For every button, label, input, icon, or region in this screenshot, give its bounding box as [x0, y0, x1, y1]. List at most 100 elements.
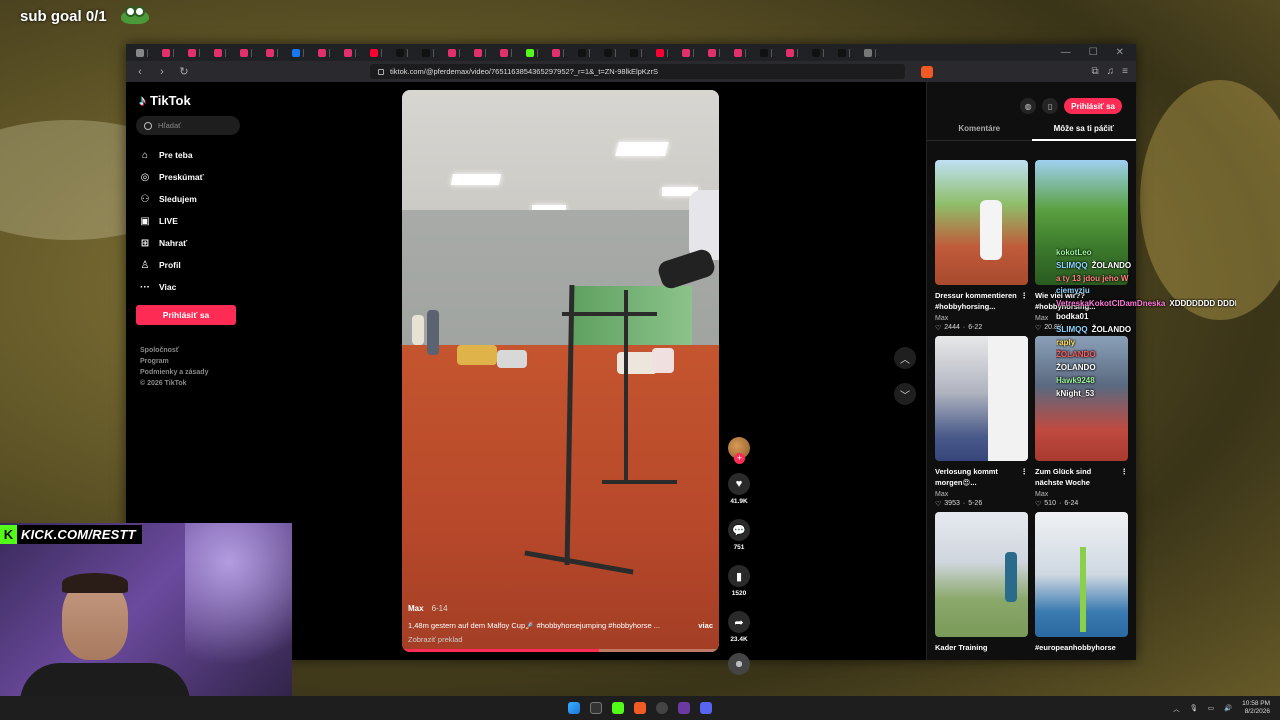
brave-browser-icon[interactable]: [634, 702, 646, 714]
browser-tab[interactable]: [392, 46, 418, 59]
chat-text: ŽOLANDO: [1091, 260, 1132, 270]
sidebar-item-more[interactable]: ··· Viac: [136, 276, 241, 298]
card-menu-icon[interactable]: ⋮: [1021, 291, 1029, 313]
tab-you-may-like[interactable]: Môže sa ti páčiť: [1031, 124, 1136, 141]
sidebar-item-for-you[interactable]: ⌂ Pre teba: [136, 144, 241, 166]
browser-tab[interactable]: [704, 46, 730, 59]
browser-tab[interactable]: [626, 46, 652, 59]
card-menu-icon[interactable]: ⋮: [1021, 467, 1029, 489]
browser-tab[interactable]: [184, 46, 210, 59]
network-icon[interactable]: ▭: [1208, 704, 1214, 712]
browser-tab[interactable]: [236, 46, 262, 59]
sidebar-item-explore[interactable]: ◎ Preskúmať: [136, 166, 241, 188]
maximize-icon[interactable]: ☐: [1089, 47, 1098, 58]
recommended-card[interactable]: Dressur kommentieren #hobbyhorsing... ⋮ M…: [935, 160, 1028, 332]
sidebar-item-upload[interactable]: ⊞ Nahrať: [136, 232, 241, 254]
browser-tab[interactable]: [314, 46, 340, 59]
terminal-icon[interactable]: [590, 702, 602, 714]
browser-tab[interactable]: [132, 46, 158, 59]
browser-tab[interactable]: [600, 46, 626, 59]
url-input[interactable]: tiktok.com/@pferdemax/video/765116385436…: [370, 64, 905, 79]
card-date: 6-22: [968, 324, 983, 331]
coin-icon[interactable]: ◍: [1020, 98, 1037, 114]
chat-username: SLIMQQ: [1056, 260, 1088, 270]
browser-tab[interactable]: [158, 46, 184, 59]
next-video-button[interactable]: ﹀: [894, 383, 916, 405]
reload-icon[interactable]: ↻: [178, 65, 190, 78]
share-button[interactable]: ➦: [728, 611, 750, 633]
chat-text: ŽOLANDO: [1056, 363, 1096, 373]
browser-tab[interactable]: [418, 46, 444, 59]
discord-icon[interactable]: [700, 702, 712, 714]
follow-plus-icon[interactable]: +: [734, 453, 745, 464]
footer-link-program[interactable]: Program: [140, 358, 241, 365]
browser-tab[interactable]: [860, 46, 886, 59]
footer-link-company[interactable]: Spoločnosť: [140, 347, 241, 354]
right-panel-header: ◍ ▯ Prihlásiť sa: [927, 82, 1136, 114]
author-avatar[interactable]: +: [728, 437, 750, 464]
app-icon[interactable]: [678, 702, 690, 714]
card-menu-icon[interactable]: ⋮: [1121, 467, 1129, 489]
browser-tab[interactable]: [366, 46, 392, 59]
browser-tab[interactable]: [340, 46, 366, 59]
browser-tab[interactable]: [782, 46, 808, 59]
recommended-card[interactable]: #europeanhobbyhorse: [1035, 512, 1128, 665]
video-progress-bar[interactable]: [402, 649, 719, 652]
clock[interactable]: 10:58 PM 8/2/2026: [1242, 700, 1270, 717]
media-icon[interactable]: ♫: [1107, 66, 1115, 77]
kick-app-icon[interactable]: [612, 702, 624, 714]
browser-tab[interactable]: [470, 46, 496, 59]
video-author[interactable]: Max: [408, 604, 424, 613]
obs-icon[interactable]: [656, 702, 668, 714]
tab-favicon-icon: [578, 48, 586, 57]
volume-icon[interactable]: 🔊: [1224, 704, 1232, 712]
browser-tab[interactable]: [210, 46, 236, 59]
browser-tab[interactable]: [652, 46, 678, 59]
login-button[interactable]: Prihlásiť sa: [136, 305, 236, 325]
browser-tab[interactable]: [496, 46, 522, 59]
forward-icon[interactable]: ›: [156, 66, 168, 78]
browser-tab[interactable]: [834, 46, 860, 59]
microphone-icon[interactable]: 🎙: [1190, 704, 1198, 712]
browser-tab[interactable]: [574, 46, 600, 59]
browser-tab[interactable]: [730, 46, 756, 59]
browser-tab[interactable]: [808, 46, 834, 59]
tray-chevron-icon[interactable]: ︿: [1173, 703, 1180, 713]
sidebar-item-profile[interactable]: ♙ Profil: [136, 254, 241, 276]
video-more-link[interactable]: viac: [698, 621, 713, 630]
browser-tab[interactable]: [548, 46, 574, 59]
menu-icon[interactable]: ≡: [1122, 66, 1128, 77]
browser-tab[interactable]: [288, 46, 314, 59]
tiktok-logo[interactable]: ♪ TikTok: [139, 92, 241, 108]
device-icon[interactable]: ▯: [1042, 98, 1059, 114]
back-icon[interactable]: ‹: [134, 66, 146, 78]
tab-comments[interactable]: Komentáre: [927, 124, 1032, 141]
close-icon[interactable]: ✕: [1116, 47, 1124, 58]
minimize-icon[interactable]: —: [1061, 47, 1071, 58]
footer-link-terms[interactable]: Podmienky a zásady: [140, 369, 241, 376]
search-input[interactable]: Hľadať: [136, 116, 240, 135]
previous-video-button[interactable]: ︿: [894, 347, 916, 369]
card-title-text: Dressur kommentieren #hobbyhorsing...: [935, 291, 1017, 311]
sidebar-item-live[interactable]: ▣ LIVE: [136, 210, 241, 232]
sidebar-item-following[interactable]: ⚇ Sledujem: [136, 188, 241, 210]
browser-tab[interactable]: [756, 46, 782, 59]
browser-tab[interactable]: [522, 46, 548, 59]
brave-shield-icon[interactable]: [921, 65, 933, 78]
browser-tab[interactable]: [444, 46, 470, 59]
browser-tab[interactable]: [678, 46, 704, 59]
video-player[interactable]: Max 6-14 1,48m gestern auf dem Malfoy Cu…: [402, 90, 719, 652]
footer-links: Spoločnosť Program Podmienky a zásady © …: [136, 347, 241, 387]
recommended-card[interactable]: Kader Training: [935, 512, 1028, 665]
header-login-button[interactable]: Prihlásiť sa: [1064, 98, 1122, 114]
windows-start-icon[interactable]: [568, 702, 580, 714]
music-disc-icon[interactable]: [728, 653, 750, 675]
browser-tab[interactable]: [262, 46, 288, 59]
like-button[interactable]: ♥: [728, 473, 750, 495]
tab-favicon-icon: [422, 48, 430, 57]
translate-link[interactable]: Zobraziť preklad: [408, 635, 713, 644]
recommended-card[interactable]: Verlosung kommt morgen😍... ⋮ Max ♡ 3953 · 5-…: [935, 336, 1028, 508]
save-button[interactable]: ▮: [728, 565, 750, 587]
comment-button[interactable]: 💬: [728, 519, 750, 541]
extensions-icon[interactable]: ⧉: [1092, 66, 1099, 77]
